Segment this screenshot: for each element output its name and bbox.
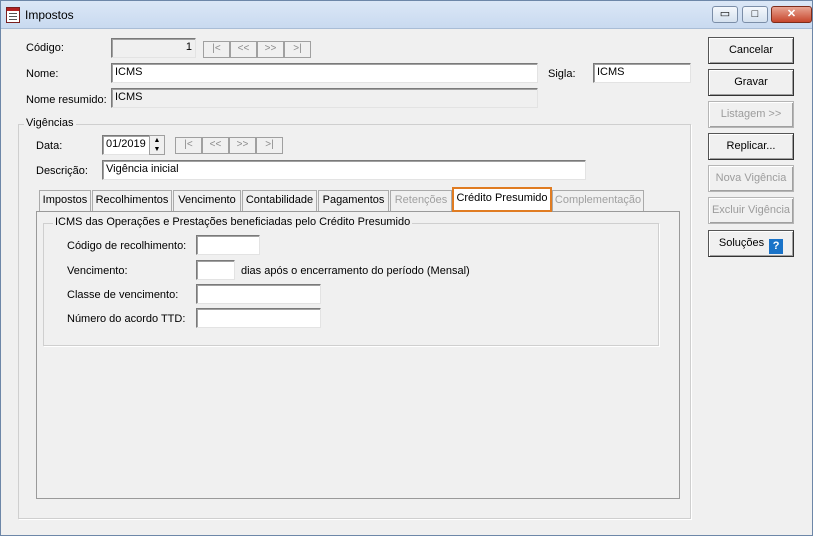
spin-down-icon[interactable]: ▼	[150, 145, 164, 154]
descricao-field[interactable]: Vigência inicial	[102, 160, 586, 180]
maximize-button[interactable]: □	[742, 6, 768, 23]
classe-vencimento-label: Classe de vencimento:	[67, 289, 179, 301]
nome-label: Nome:	[26, 68, 59, 80]
tab-contabilidade[interactable]: Contabilidade	[242, 190, 317, 211]
excluir-vigencia-button[interactable]: Excluir Vigência	[708, 197, 794, 224]
cancelar-button[interactable]: Cancelar	[708, 37, 794, 64]
spin-up-icon[interactable]: ▲	[150, 136, 164, 145]
data-field[interactable]: 01/2019	[102, 135, 150, 155]
descricao-label: Descrição:	[36, 165, 88, 177]
listagem-button[interactable]: Listagem >>	[708, 101, 794, 128]
codigo-label: Código:	[26, 42, 64, 54]
gravar-button[interactable]: Gravar	[708, 69, 794, 96]
vig-first-button[interactable]: |<	[175, 137, 202, 154]
first-record-button[interactable]: |<	[203, 41, 230, 58]
data-label: Data:	[36, 140, 63, 152]
vig-last-button[interactable]: >|	[256, 137, 283, 154]
codigo-recolhimento-field[interactable]	[196, 235, 260, 255]
sigla-field[interactable]: ICMS	[593, 63, 691, 83]
solucoes-label: Soluções	[718, 237, 765, 249]
next-record-button[interactable]: >>	[257, 41, 284, 58]
sigla-label: Sigla:	[548, 68, 576, 80]
window-title: Impostos	[25, 8, 74, 22]
replicar-button[interactable]: Replicar...	[708, 133, 794, 160]
credito-presumido-group-title: ICMS das Operações e Prestações benefici…	[53, 216, 413, 228]
close-button[interactable]: ✕	[771, 6, 812, 23]
numero-acordo-label: Número do acordo TTD:	[67, 313, 186, 325]
vencimento-suffix: dias após o encerramento do período (Men…	[241, 265, 470, 277]
classe-vencimento-field[interactable]	[196, 284, 321, 304]
data-spinner[interactable]: ▲ ▼	[149, 135, 165, 155]
nova-vigencia-button[interactable]: Nova Vigência	[708, 165, 794, 192]
vigencias-title: Vigências	[24, 117, 76, 129]
codigo-field[interactable]: 1	[111, 38, 196, 58]
nome-resumido-field[interactable]: ICMS	[111, 88, 538, 108]
prev-record-button[interactable]: <<	[230, 41, 257, 58]
last-record-button[interactable]: >|	[284, 41, 311, 58]
tab-recolhimentos[interactable]: Recolhimentos	[92, 190, 172, 211]
minimize-button[interactable]: ▭	[712, 6, 738, 23]
title-bar: Impostos ▭ □ ✕	[1, 1, 812, 29]
vencimento-label: Vencimento:	[67, 265, 128, 277]
impostos-window: Impostos ▭ □ ✕ Código: 1 |< << >> >| Nom…	[0, 0, 813, 536]
codigo-recolhimento-label: Código de recolhimento:	[67, 240, 187, 252]
tab-vencimento[interactable]: Vencimento	[173, 190, 241, 211]
nome-field[interactable]: ICMS	[111, 63, 538, 83]
tab-impostos[interactable]: Impostos	[39, 190, 91, 211]
tab-complementacao: Complementação	[552, 190, 644, 211]
vencimento-field[interactable]	[196, 260, 235, 280]
tab-retencoes: Retenções	[390, 190, 452, 211]
nome-resumido-label: Nome resumido:	[26, 94, 107, 106]
vig-prev-button[interactable]: <<	[202, 137, 229, 154]
numero-acordo-field[interactable]	[196, 308, 321, 328]
tab-pagamentos[interactable]: Pagamentos	[318, 190, 389, 211]
document-icon	[6, 7, 20, 23]
solucoes-button[interactable]: Soluções?	[708, 230, 794, 257]
tab-credito-presumido[interactable]: Crédito Presumido	[452, 187, 552, 212]
vig-next-button[interactable]: >>	[229, 137, 256, 154]
help-icon: ?	[769, 239, 784, 254]
